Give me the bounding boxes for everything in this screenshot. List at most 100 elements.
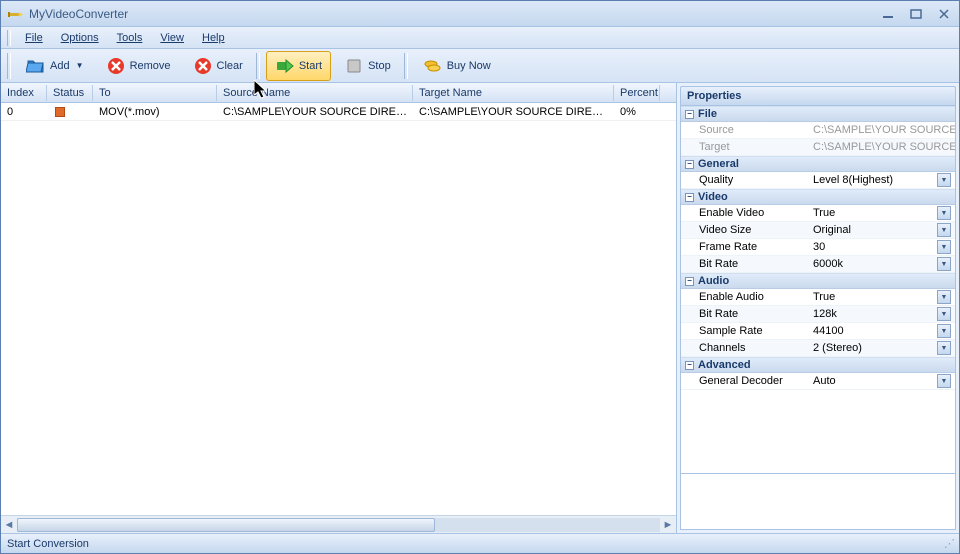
prop-audio-bitrate-label: Bit Rate: [681, 308, 809, 320]
grid-row[interactable]: 0 MOV(*.mov) C:\SAMPLE\YOUR SOURCE DIREC…: [1, 103, 676, 121]
properties-description: [680, 474, 956, 530]
cell-target: C:\SAMPLE\YOUR SOURCE DIRECTOR...: [413, 105, 614, 119]
col-header-to[interactable]: To: [93, 85, 217, 101]
prop-frame-rate-value[interactable]: 30▼: [809, 240, 955, 254]
col-header-percent[interactable]: Percent: [614, 85, 660, 101]
chevron-down-icon[interactable]: ▼: [937, 324, 951, 338]
menu-file[interactable]: File: [17, 30, 51, 46]
buy-button[interactable]: Buy Now: [414, 51, 500, 81]
add-label: Add: [50, 60, 70, 72]
start-button[interactable]: Start: [266, 51, 331, 81]
section-advanced[interactable]: −Advanced: [681, 357, 955, 373]
prop-source-value: C:\SAMPLE\YOUR SOURCE: [809, 124, 955, 136]
cell-percent: 0%: [614, 105, 660, 119]
buy-label: Buy Now: [447, 60, 491, 72]
prop-audio-bitrate-value[interactable]: 128k▼: [809, 307, 955, 321]
titlebar: MyVideoConverter: [1, 1, 959, 27]
stop-label: Stop: [368, 60, 391, 72]
section-video[interactable]: −Video: [681, 189, 955, 205]
start-label: Start: [299, 60, 322, 72]
add-button[interactable]: Add ▼: [17, 51, 93, 81]
prop-enable-video-label: Enable Video: [681, 207, 809, 219]
section-general[interactable]: −General: [681, 156, 955, 172]
prop-video-size-value[interactable]: Original▼: [809, 223, 955, 237]
maximize-button[interactable]: [907, 7, 925, 21]
resize-grip-icon[interactable]: ⋰: [944, 537, 953, 550]
prop-frame-rate-label: Frame Rate: [681, 241, 809, 253]
toolbar-sep: [256, 53, 260, 79]
properties-panel: Properties −File SourceC:\SAMPLE\YOUR SO…: [677, 83, 959, 533]
chevron-down-icon[interactable]: ▼: [937, 223, 951, 237]
content-area: Index Status To Source Name Target Name …: [1, 83, 959, 533]
cell-index: 0: [1, 105, 47, 119]
cell-source: C:\SAMPLE\YOUR SOURCE DIRECTOR...: [217, 105, 413, 119]
menubar: File Options Tools View Help: [1, 27, 959, 49]
chevron-down-icon[interactable]: ▼: [937, 173, 951, 187]
prop-video-bitrate-label: Bit Rate: [681, 258, 809, 270]
menu-view[interactable]: View: [152, 30, 192, 46]
collapse-icon[interactable]: −: [685, 110, 694, 119]
clear-button[interactable]: Clear: [184, 51, 252, 81]
chevron-down-icon: ▼: [76, 61, 84, 70]
prop-channels-label: Channels: [681, 342, 809, 354]
properties-body: −File SourceC:\SAMPLE\YOUR SOURCE Target…: [680, 105, 956, 474]
scroll-thumb[interactable]: [17, 518, 435, 532]
collapse-icon[interactable]: −: [685, 361, 694, 370]
play-green-icon: [275, 56, 295, 76]
prop-decoder-label: General Decoder: [681, 375, 809, 387]
chevron-down-icon[interactable]: ▼: [937, 307, 951, 321]
col-header-status[interactable]: Status: [47, 85, 93, 101]
section-file[interactable]: −File: [681, 106, 955, 122]
chevron-down-icon[interactable]: ▼: [937, 374, 951, 388]
scroll-right-arrow[interactable]: ►: [660, 517, 676, 533]
chevron-down-icon[interactable]: ▼: [937, 206, 951, 220]
menu-tools[interactable]: Tools: [109, 30, 151, 46]
prop-quality-label: Quality: [681, 174, 809, 186]
clear-label: Clear: [217, 60, 243, 72]
col-header-source[interactable]: Source Name: [217, 85, 413, 101]
folder-add-icon: [26, 56, 46, 76]
scroll-track[interactable]: [17, 518, 660, 532]
properties-title: Properties: [680, 86, 956, 105]
collapse-icon[interactable]: −: [685, 193, 694, 202]
prop-sample-rate-value[interactable]: 44100▼: [809, 324, 955, 338]
chevron-down-icon[interactable]: ▼: [937, 257, 951, 271]
x-red-icon: [106, 56, 126, 76]
prop-video-bitrate-value[interactable]: 6000k▼: [809, 257, 955, 271]
prop-target-value: C:\SAMPLE\YOUR SOURCE: [809, 141, 955, 153]
prop-enable-audio-value[interactable]: True▼: [809, 290, 955, 304]
chevron-down-icon[interactable]: ▼: [937, 290, 951, 304]
prop-quality-value[interactable]: Level 8(Highest)▼: [809, 173, 955, 187]
toolbar-sep2: [404, 53, 408, 79]
collapse-icon[interactable]: −: [685, 277, 694, 286]
window-title: MyVideoConverter: [29, 7, 879, 21]
menu-options[interactable]: Options: [53, 30, 107, 46]
scroll-left-arrow[interactable]: ◄: [1, 517, 17, 533]
x-red-icon: [193, 56, 213, 76]
toolbar: Add ▼ Remove Clear Start Stop Buy Now: [1, 49, 959, 83]
menu-help[interactable]: Help: [194, 30, 233, 46]
col-header-target[interactable]: Target Name: [413, 85, 614, 101]
prop-video-size-label: Video Size: [681, 224, 809, 236]
prop-target-label: Target: [681, 141, 809, 153]
section-audio[interactable]: −Audio: [681, 273, 955, 289]
prop-decoder-value[interactable]: Auto▼: [809, 374, 955, 388]
close-button[interactable]: [935, 7, 953, 21]
chevron-down-icon[interactable]: ▼: [937, 341, 951, 355]
cell-to: MOV(*.mov): [93, 105, 217, 119]
toolbar-grip: [7, 53, 11, 79]
chevron-down-icon[interactable]: ▼: [937, 240, 951, 254]
remove-button[interactable]: Remove: [97, 51, 180, 81]
menubar-grip: [7, 30, 11, 46]
grid-body[interactable]: 0 MOV(*.mov) C:\SAMPLE\YOUR SOURCE DIREC…: [1, 103, 676, 515]
col-header-index[interactable]: Index: [1, 85, 47, 101]
prop-enable-video-value[interactable]: True▼: [809, 206, 955, 220]
prop-enable-audio-label: Enable Audio: [681, 291, 809, 303]
remove-label: Remove: [130, 60, 171, 72]
prop-channels-value[interactable]: 2 (Stereo)▼: [809, 341, 955, 355]
collapse-icon[interactable]: −: [685, 160, 694, 169]
stop-button[interactable]: Stop: [335, 51, 400, 81]
stop-icon: [344, 56, 364, 76]
horizontal-scrollbar[interactable]: ◄ ►: [1, 515, 676, 533]
minimize-button[interactable]: [879, 7, 897, 21]
